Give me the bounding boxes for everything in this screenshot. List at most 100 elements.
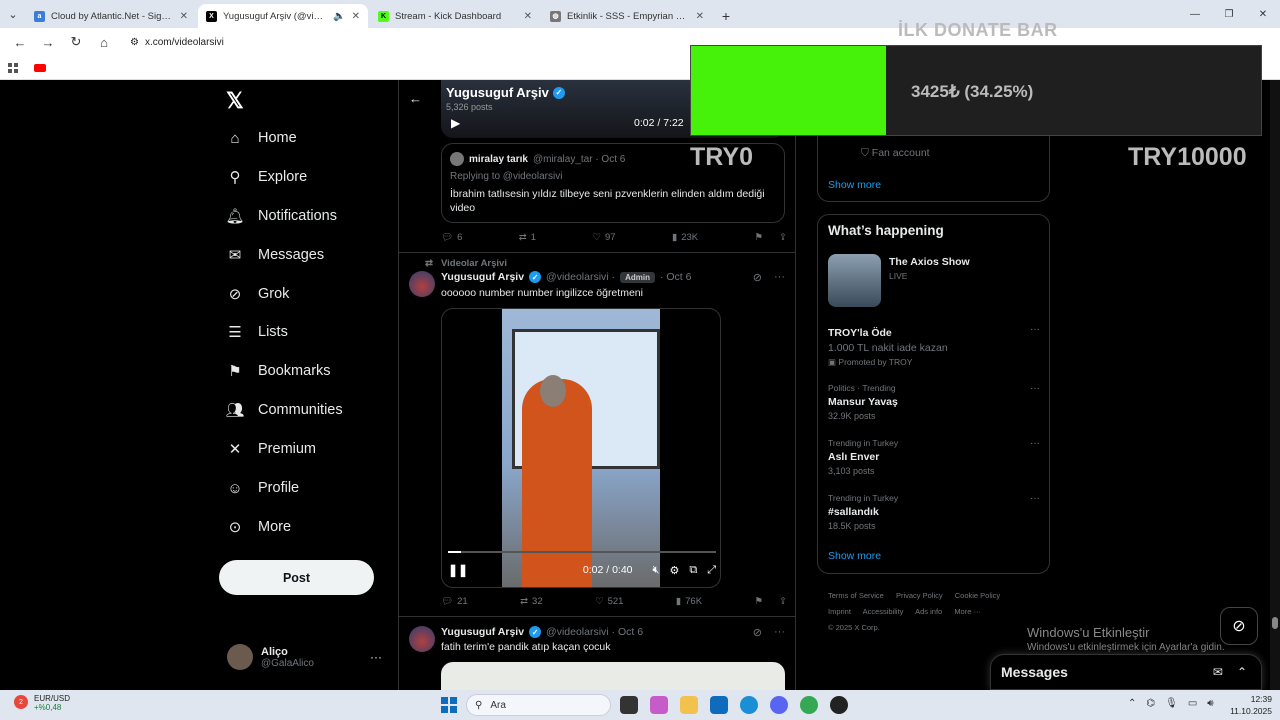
footer-link[interactable]: Accessibility <box>863 607 904 616</box>
restore-icon[interactable]: ❐ <box>1212 0 1246 28</box>
promo-trend[interactable]: TROY'la Öde 1.000 TL nakit iade kazan ▣ … <box>828 324 1040 368</box>
tweet-author[interactable]: Yugusuguf Arşiv <box>441 271 524 283</box>
tab-atlantic[interactable]: a Cloud by Atlantic.Net - Signup ✕ <box>26 4 196 28</box>
x-logo-icon[interactable]: 𝕏 <box>226 88 248 113</box>
nav-premium[interactable]: ✕ Premium <box>226 433 316 465</box>
back-arrow-icon[interactable]: ← <box>409 91 422 106</box>
bookmark-button[interactable]: ⚑ ⇪ <box>755 232 788 243</box>
nav-notifications[interactable]: 🔔︎ Notifications <box>225 200 337 232</box>
tab-close-icon[interactable]: ✕ <box>524 11 532 22</box>
more-icon[interactable]: ··· <box>1030 324 1040 335</box>
windows-start-icon[interactable] <box>441 697 457 713</box>
repost-button[interactable]: ⇄ 32 <box>520 596 543 607</box>
more-icon[interactable]: ··· <box>774 626 785 639</box>
avatar[interactable] <box>409 626 435 652</box>
settings-icon[interactable]: ⚙ <box>669 564 679 577</box>
repost-button[interactable]: ⇄ 1 <box>519 232 536 243</box>
grok-fab-button[interactable]: ⊘ <box>1220 607 1258 645</box>
show-more-link[interactable]: Show more <box>828 179 881 191</box>
scrollbar-thumb[interactable] <box>1272 617 1278 629</box>
more-icon[interactable]: ··· <box>1030 438 1040 449</box>
account-switcher[interactable]: Aliço @GalaAlico <box>227 644 314 670</box>
share-icon[interactable]: ⇪ <box>779 596 787 607</box>
tab-close-icon[interactable]: ✕ <box>352 11 360 22</box>
discord-icon[interactable] <box>770 696 788 714</box>
currency-widget[interactable]: EUR/USD +%0,48 <box>34 694 70 712</box>
copilot-icon[interactable] <box>650 696 668 714</box>
chrome-icon[interactable] <box>800 696 818 714</box>
tab-kick[interactable]: K Stream - Kick Dashboard ✕ <box>370 4 540 28</box>
axios-title[interactable]: The Axios Show <box>889 256 970 268</box>
more-icon[interactable]: ··· <box>1030 383 1040 394</box>
nav-communities[interactable]: 👥︎ Communities <box>225 394 342 426</box>
fullscreen-icon[interactable]: ⤢ <box>707 564 716 577</box>
show-more-link[interactable]: Show more <box>828 550 881 562</box>
nav-lists[interactable]: ☰ Lists <box>226 316 288 348</box>
pip-icon[interactable]: ⧉ <box>689 564 697 577</box>
audio-icon[interactable]: 🔈 <box>333 11 345 22</box>
expand-icon[interactable]: ⌃ <box>1237 665 1247 679</box>
mic-icon[interactable]: 🎙︎ <box>1165 698 1178 709</box>
tab-close-icon[interactable]: ✕ <box>696 11 704 22</box>
grok-icon[interactable]: ⊘ <box>753 271 762 284</box>
tab-etkinlik[interactable]: ◍ Etkinlik - SSS - Empyrian Sefer ✕ <box>542 4 712 28</box>
network-icon[interactable]: ⌬ <box>1146 698 1155 709</box>
home-browser-icon[interactable]: ⌂ <box>92 30 116 54</box>
like-button[interactable]: ♡ 521 <box>595 596 623 607</box>
messages-drawer[interactable]: Messages ✉ ⌃ <box>990 654 1262 690</box>
store-icon[interactable] <box>710 696 728 714</box>
trend-item[interactable]: Trending in Turkey Aslı Enver 3,103 post… <box>828 438 1040 476</box>
monitor-icon[interactable]: ▭ <box>1188 698 1197 709</box>
axios-thumbnail[interactable] <box>828 254 881 307</box>
scrollbar[interactable] <box>1270 80 1280 690</box>
footer-link[interactable]: More ··· <box>954 607 981 616</box>
nav-messages[interactable]: ✉ Messages <box>226 239 324 271</box>
footer-link[interactable]: Cookie Policy <box>955 591 1000 600</box>
tweet-author[interactable]: Yugusuguf Arşiv <box>441 626 524 638</box>
url-field[interactable]: ⚙ x.com/videolarsivi <box>126 31 686 53</box>
back-icon[interactable]: ← <box>8 30 32 54</box>
tweet-media[interactable] <box>441 662 785 690</box>
views-button[interactable]: ▮ 23K <box>672 232 698 243</box>
trend-item[interactable]: Politics · Trending Mansur Yavaş 32.9K p… <box>828 383 1040 421</box>
footer-link[interactable]: Privacy Policy <box>896 591 943 600</box>
tweet-date[interactable]: · Oct 6 <box>660 271 692 283</box>
post-button[interactable]: Post <box>219 560 374 595</box>
reply-button[interactable]: 💬︎ 21 <box>441 596 468 607</box>
nav-profile[interactable]: ☺ Profile <box>226 472 299 504</box>
chevron-up-icon[interactable]: ⌃ <box>1128 698 1136 709</box>
views-button[interactable]: ▮ 76K <box>676 596 702 607</box>
edge-icon[interactable] <box>740 696 758 714</box>
nav-more[interactable]: ⊙ More <box>226 511 291 543</box>
nav-explore[interactable]: ⚲ Explore <box>226 161 308 193</box>
reload-icon[interactable]: ↻ <box>64 30 88 54</box>
tab-search-icon[interactable]: ⌄ <box>0 0 26 28</box>
obs-icon[interactable] <box>830 696 848 714</box>
volume-icon[interactable]: 🔊︎ <box>1207 698 1213 709</box>
taskbar-search[interactable]: ⚲ Ara <box>466 694 611 716</box>
taskview-icon[interactable] <box>620 696 638 714</box>
reply-button[interactable]: 💬︎ 6 <box>441 232 462 243</box>
share-icon[interactable]: ⇪ <box>779 232 787 243</box>
trend-item[interactable]: Trending in Turkey #sallandık 18.5K post… <box>828 493 1040 531</box>
bookmark-button[interactable]: ⚑ ⇪ <box>754 596 787 607</box>
tab-close-icon[interactable]: ✕ <box>180 11 188 22</box>
footer-link[interactable]: Ads info <box>915 607 942 616</box>
footer-link[interactable]: Terms of Service <box>828 591 884 600</box>
compose-icon[interactable]: ✉ <box>1213 665 1223 679</box>
clock[interactable]: 12:39 11.10.2025 <box>1226 693 1272 717</box>
play-icon[interactable]: ▶ <box>451 116 460 130</box>
account-more-icon[interactable]: ··· <box>370 650 382 664</box>
nav-home[interactable]: ⌂ Home <box>226 122 296 154</box>
video-player[interactable]: ❚❚ 0:02 / 0:40 🔇︎ ⚙ ⧉ ⤢ <box>441 308 721 588</box>
tab-x-profile[interactable]: X Yugusuguf Arşiv (@videola 🔈 ✕ <box>198 4 368 28</box>
mute-icon[interactable]: 🔇︎ <box>653 564 660 577</box>
site-info-icon[interactable]: ⚙ <box>130 37 139 48</box>
footer-link[interactable]: Imprint <box>828 607 851 616</box>
pause-icon[interactable]: ❚❚ <box>448 563 468 577</box>
like-button[interactable]: ♡ 97 <box>592 232 615 243</box>
grok-icon[interactable]: ⊘ <box>753 626 762 639</box>
apps-grid-icon[interactable] <box>8 62 18 73</box>
file-explorer-icon[interactable] <box>680 696 698 714</box>
video-progress[interactable] <box>448 551 716 553</box>
